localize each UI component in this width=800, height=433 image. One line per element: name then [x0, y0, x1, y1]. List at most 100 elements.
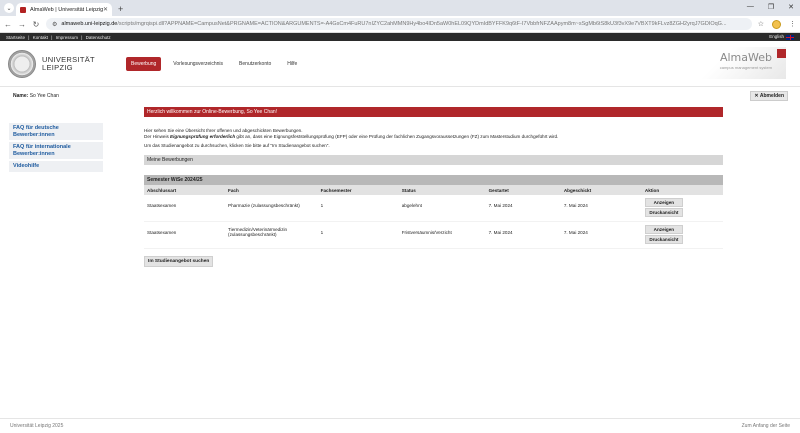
- col-aktion: Aktion: [641, 185, 723, 195]
- browser-tab-bar: ⌄ AlmaWeb | Universität Leipzig ✕ + — ❐ …: [0, 0, 800, 16]
- url-input[interactable]: ⚙ almaweb.uni-leipzig.de/scripts/mgrqisp…: [46, 18, 752, 30]
- back-to-top-link[interactable]: Zum Anfang der Seite: [742, 423, 790, 429]
- applications-table: Abschlussart Fach Fachsemester Status Ge…: [144, 185, 723, 249]
- almaweb-logo: AlmaWeb campus management system: [696, 47, 786, 79]
- print-button[interactable]: Druckansicht: [644, 235, 683, 244]
- restore-icon[interactable]: ❐: [768, 3, 774, 11]
- uni-name-line2: LEIPZIG: [42, 62, 73, 72]
- table-row: Staatsexamen Tiermedizin/Veterinärmedizi…: [144, 221, 723, 249]
- back-icon[interactable]: ←: [4, 20, 12, 29]
- almaweb-subtitle: campus management system: [719, 65, 772, 70]
- cell-gestartet: 7. Mai 2024: [485, 221, 561, 249]
- cell-status: abgelehnt: [398, 195, 486, 222]
- close-tab-icon[interactable]: ✕: [103, 6, 108, 13]
- top-link-startseite[interactable]: Startseite: [6, 35, 25, 40]
- view-button[interactable]: Anzeigen: [644, 225, 683, 234]
- top-link-kontakt[interactable]: Kontakt: [33, 35, 48, 40]
- profile-avatar-icon[interactable]: [772, 19, 781, 29]
- close-icon: ✕: [754, 93, 759, 99]
- cell-fach: Tiermedizin/Veterinärmedizin (zulassungs…: [225, 221, 318, 249]
- print-button[interactable]: Druckansicht: [644, 208, 683, 217]
- cell-abschluss: Staatsexamen: [144, 195, 226, 222]
- top-link-datenschutz[interactable]: Datenschutz: [86, 35, 111, 40]
- name-label: Name:: [13, 93, 29, 99]
- col-abgeschickt: Abgeschickt: [560, 185, 642, 195]
- top-link-impressum[interactable]: Impressum: [56, 35, 78, 40]
- col-gestartet: Gestartet: [485, 185, 561, 195]
- nav-hilfe[interactable]: Hilfe: [283, 58, 301, 70]
- top-links: Startseite | Kontakt | Impressum | Daten…: [6, 35, 113, 40]
- footer-copyright: Universität Leipzig 2025: [10, 423, 64, 429]
- site-header: UNIVERSITÄT LEIPZIG Bewerbung Vorlesungs…: [0, 41, 800, 87]
- almaweb-brand: AlmaWeb: [719, 51, 772, 64]
- separator: |: [81, 34, 83, 40]
- menu-icon[interactable]: ⋮: [789, 20, 796, 28]
- nav-benutzerkonto[interactable]: Benutzerkonto: [235, 58, 275, 70]
- nav-vorlesungsverzeichnis[interactable]: Vorlesungsverzeichnis: [169, 58, 227, 70]
- col-abschlussart: Abschlussart: [144, 185, 226, 195]
- cell-aktion: Anzeigen Druckansicht: [641, 195, 723, 222]
- url-path: /scripts/mgrqispi.dll?APPNAME=CampusNet&…: [117, 21, 727, 27]
- intro-line3: Um das Studienangebot zu durchsuchen, kl…: [144, 143, 330, 148]
- view-button[interactable]: Anzeigen: [644, 198, 683, 207]
- search-programs-button[interactable]: Im Studienangebot suchen: [144, 256, 214, 267]
- language-switch[interactable]: English: [769, 34, 794, 40]
- site-info-icon[interactable]: ⚙: [52, 21, 57, 28]
- intro-text: Hier sehen Sie eine Übersicht Ihrer offe…: [144, 128, 723, 149]
- favicon-icon: [20, 6, 26, 13]
- cell-fachsemester: 1: [317, 195, 399, 222]
- separator: |: [51, 34, 53, 40]
- browser-actions: ☆ ⋮: [758, 19, 796, 29]
- intro-line2-pre: Der Hinweis: [144, 134, 171, 139]
- close-window-icon[interactable]: ✕: [788, 3, 794, 11]
- university-name: UNIVERSITÄT LEIPZIG: [42, 55, 95, 72]
- table-header-row: Abschlussart Fach Fachsemester Status Ge…: [144, 185, 723, 195]
- language-label: English: [769, 34, 784, 40]
- site-top-strip: Startseite | Kontakt | Impressum | Daten…: [0, 33, 800, 41]
- url-host: almaweb.uni-leipzig.de: [61, 21, 118, 27]
- welcome-banner: Herzlich willkommen zur Online-Bewerbung…: [144, 107, 723, 117]
- sidebar-item-faq-deutsch[interactable]: FAQ für deutsche Bewerber:innen: [9, 123, 103, 142]
- logout-button[interactable]: ✕ Abmelden: [750, 91, 788, 101]
- cell-gestartet: 7. Mai 2024: [485, 195, 561, 222]
- cell-abschluss: Staatsexamen: [144, 221, 226, 249]
- intro-line2-post: gibt an, dass eine Eignungsfeststellungs…: [235, 134, 559, 139]
- sidebar-item-faq-international[interactable]: FAQ für internationale Bewerber:innen: [9, 142, 103, 161]
- university-seal-icon: [8, 49, 36, 78]
- new-tab-icon[interactable]: +: [118, 4, 123, 14]
- sidebar-item-videohilfe[interactable]: Videohilfe: [9, 161, 103, 174]
- minimize-icon[interactable]: —: [747, 3, 754, 11]
- intro-line2-em: Eignungsprüfung erforderlich: [170, 134, 236, 139]
- sidebar: FAQ für deutsche Bewerber:innen FAQ für …: [9, 123, 103, 174]
- table-row: Staatsexamen Pharmazie (zulassungsbeschr…: [144, 195, 723, 222]
- almaweb-logo-square: [777, 49, 786, 58]
- col-fach: Fach: [225, 185, 318, 195]
- user-name: So Yee Chan: [29, 93, 59, 99]
- footer: Universität Leipzig 2025 Zum Anfang der …: [0, 418, 800, 433]
- col-fachsemester: Fachsemester: [317, 185, 399, 195]
- cell-status: Fristversäumnis/Verzicht: [398, 221, 486, 249]
- logout-label: Abmelden: [759, 93, 784, 99]
- user-name-row: Name: So Yee Chan: [13, 93, 59, 99]
- bookmark-star-icon[interactable]: ☆: [758, 20, 764, 28]
- intro-line1: Hier sehen Sie eine Übersicht Ihrer offe…: [144, 128, 303, 133]
- reload-icon[interactable]: ↻: [32, 20, 40, 29]
- cell-abgeschickt: 7. Mai 2024: [560, 221, 642, 249]
- university-logo[interactable]: UNIVERSITÄT LEIPZIG: [8, 49, 126, 78]
- forward-icon[interactable]: →: [18, 20, 26, 29]
- tab-search-icon[interactable]: ⌄: [4, 3, 14, 13]
- uk-flag-icon: [786, 34, 794, 40]
- main-content: Herzlich willkommen zur Online-Bewerbung…: [144, 107, 723, 267]
- nav-bewerbung[interactable]: Bewerbung: [126, 56, 162, 71]
- col-status: Status: [398, 185, 486, 195]
- tab-title: AlmaWeb | Universität Leipzig: [30, 6, 103, 13]
- main-nav: Bewerbung Vorlesungsverzeichnis Benutzer…: [126, 56, 301, 71]
- cell-fachsemester: 1: [317, 221, 399, 249]
- cell-aktion: Anzeigen Druckansicht: [641, 221, 723, 249]
- separator: |: [28, 34, 30, 40]
- address-toolbar: ← → ↻ ⚙ almaweb.uni-leipzig.de/scripts/m…: [0, 16, 800, 33]
- browser-tab[interactable]: AlmaWeb | Universität Leipzig ✕: [16, 3, 112, 16]
- window-controls: — ❐ ✕: [747, 3, 794, 11]
- semester-header: Semester WiSe 2024/25: [144, 175, 723, 185]
- section-title: Meine Bewerbungen: [144, 155, 723, 165]
